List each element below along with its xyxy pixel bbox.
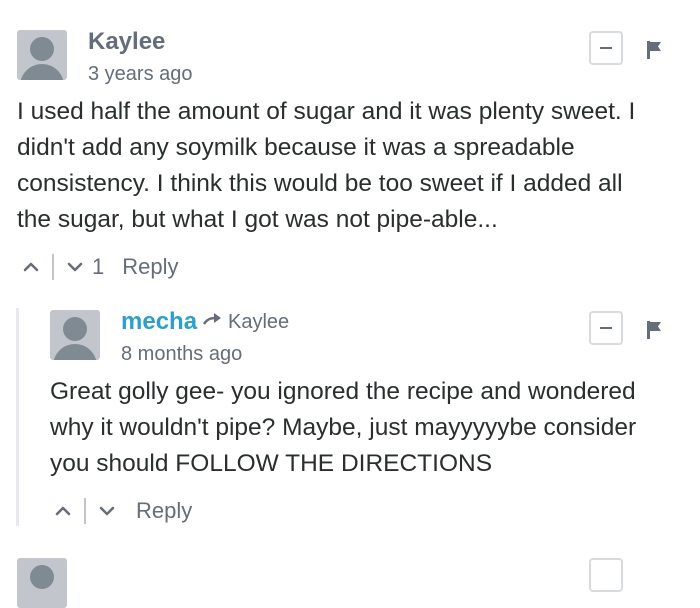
comment-body: I used half the amount of sugar and it w… <box>17 94 687 238</box>
comment-timestamp[interactable]: 8 months ago <box>121 343 242 366</box>
comment-body-line: I used half the amount of sugar and it w… <box>17 98 636 125</box>
avatar[interactable] <box>50 310 100 360</box>
collapse-button[interactable] <box>589 31 623 65</box>
downvote-button[interactable] <box>64 256 86 278</box>
thread-line <box>16 308 19 526</box>
comment-body-line: why it wouldn't pipe? Maybe, just mayyyy… <box>50 414 637 441</box>
vote-count: 1 <box>92 254 105 279</box>
collapse-button[interactable] <box>589 558 623 592</box>
comment-body-line: didn't add any soymilk because it was a … <box>17 134 575 161</box>
arrow-right-icon <box>202 313 221 325</box>
vote-divider <box>84 498 86 524</box>
upvote-button[interactable] <box>52 500 74 522</box>
comment-body-line: the sugar, but what I got was not pipe-a… <box>17 206 498 233</box>
comment-timestamp[interactable]: 3 years ago <box>88 63 193 86</box>
avatar[interactable] <box>17 30 67 80</box>
reply-to-author[interactable]: Kaylee <box>202 311 289 334</box>
chevron-down-icon <box>99 506 115 516</box>
comment-author[interactable]: mecha <box>121 308 197 336</box>
comment-body-line: Great golly gee- you ignored the recipe … <box>50 378 636 405</box>
reply-to-name[interactable]: Kaylee <box>228 311 289 333</box>
comment-body: Great golly gee- you ignored the recipe … <box>50 374 690 482</box>
chevron-up-icon <box>23 262 39 272</box>
reply-button[interactable]: Reply <box>136 498 192 524</box>
upvote-button[interactable] <box>20 256 42 278</box>
comment-actions: 1 Reply <box>20 252 179 282</box>
minus-icon <box>600 47 612 49</box>
comment-author[interactable]: Kaylee <box>88 28 165 56</box>
chevron-up-icon <box>55 506 71 516</box>
avatar[interactable] <box>17 558 67 608</box>
reply-button[interactable]: Reply <box>122 254 178 280</box>
flag-icon[interactable] <box>646 40 662 60</box>
chevron-down-icon <box>67 262 83 272</box>
vote-divider <box>52 254 54 280</box>
comment-body-line: consistency. I think this would be too s… <box>17 170 623 197</box>
comment-actions: Reply <box>52 496 192 526</box>
comment-body-line: you should FOLLOW THE DIRECTIONS <box>50 450 493 477</box>
collapse-button[interactable] <box>589 311 623 345</box>
flag-icon[interactable] <box>646 320 662 340</box>
downvote-button[interactable] <box>96 500 118 522</box>
minus-icon <box>600 327 612 329</box>
